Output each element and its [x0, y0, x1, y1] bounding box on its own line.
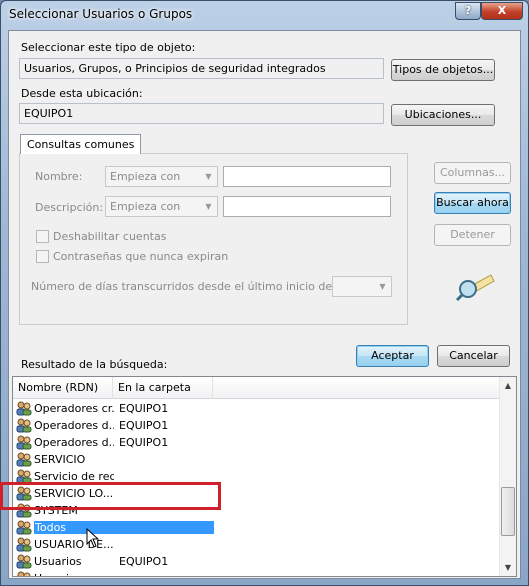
- locations-button[interactable]: Ubicaciones...: [391, 104, 495, 126]
- name-match-value: Empieza con: [110, 170, 181, 183]
- column-header-folder[interactable]: En la carpeta: [113, 377, 213, 399]
- name-match-combo[interactable]: Empieza con ▼: [105, 166, 218, 187]
- description-label: Descripción:: [35, 201, 104, 214]
- group-icon: [16, 452, 32, 467]
- row-name: Operadores d...: [34, 436, 114, 449]
- table-row[interactable]: Usuarios a...: [13, 570, 503, 576]
- disabled-accounts-checkbox[interactable]: [36, 230, 49, 243]
- chevron-down-icon: ▼: [205, 172, 212, 181]
- scroll-thumb[interactable]: [501, 487, 515, 536]
- chevron-down-icon: ▼: [379, 282, 386, 291]
- description-match-value: Empieza con: [110, 200, 181, 213]
- scroll-up-icon[interactable]: ▲: [500, 377, 516, 394]
- location-field: EQUIPO1: [19, 103, 384, 124]
- row-name: SERVICIO: [34, 453, 86, 466]
- column-header-name[interactable]: Nombre (RDN): [13, 377, 113, 399]
- search-now-button[interactable]: Buscar ahora: [434, 192, 511, 214]
- row-folder: EQUIPO1: [119, 402, 169, 415]
- location-label: Desde esta ubicación:: [21, 87, 143, 100]
- tab-common-queries[interactable]: Consultas comunes: [20, 134, 142, 154]
- row-name: Operadores cr...: [34, 402, 114, 415]
- mouse-cursor-icon: [86, 528, 100, 548]
- group-icon: [16, 571, 32, 576]
- non-expiring-label: Contraseñas que nunca expiran: [53, 250, 229, 263]
- object-types-button[interactable]: Tipos de objetos...: [391, 59, 495, 81]
- row-name: Usuarios a...: [34, 572, 114, 576]
- table-row[interactable]: Operadores d... EQUIPO1: [13, 434, 503, 451]
- accept-button[interactable]: Aceptar: [356, 345, 429, 367]
- row-name: Operadores d...: [34, 419, 114, 432]
- table-row[interactable]: Operadores cr... EQUIPO1: [13, 400, 503, 417]
- group-icon: [16, 520, 32, 535]
- row-name: USUARIO DE...: [34, 538, 114, 551]
- group-icon: [16, 537, 32, 552]
- group-icon: [16, 401, 32, 416]
- name-input[interactable]: [223, 166, 391, 187]
- days-since-logon-combo[interactable]: ▼: [332, 276, 392, 297]
- help-button[interactable]: ?: [455, 2, 481, 20]
- row-folder: EQUIPO1: [119, 419, 169, 432]
- row-folder: EQUIPO1: [119, 555, 169, 568]
- window-title: Seleccionar Usuarios o Grupos: [9, 7, 193, 21]
- table-row[interactable]: Operadores d... EQUIPO1: [13, 417, 503, 434]
- object-type-label: Seleccionar este tipo de objeto:: [21, 41, 196, 54]
- title-bar[interactable]: Seleccionar Usuarios o Grupos ? X: [1, 1, 528, 29]
- group-icon: [16, 418, 32, 433]
- results-label: Resultado de la búsqueda:: [21, 358, 168, 371]
- group-icon: [16, 435, 32, 450]
- row-name: Usuarios: [34, 555, 82, 568]
- scroll-down-icon[interactable]: ▼: [500, 559, 516, 576]
- columns-button[interactable]: Columnas...: [434, 162, 511, 184]
- table-row[interactable]: Usuarios EQUIPO1: [13, 553, 503, 570]
- close-button[interactable]: X: [481, 2, 523, 20]
- stop-button[interactable]: Detener: [434, 224, 511, 246]
- table-row[interactable]: SERVICIO: [13, 451, 503, 468]
- description-input[interactable]: [223, 196, 391, 217]
- vertical-scrollbar[interactable]: ▲ ▼: [499, 377, 516, 576]
- disabled-accounts-label: Deshabilitar cuentas: [53, 230, 167, 243]
- non-expiring-checkbox[interactable]: [36, 250, 49, 263]
- days-since-logon-label: Número de días transcurridos desde el úl…: [31, 280, 375, 293]
- group-icon: [16, 554, 32, 569]
- highlight-box: [0, 482, 221, 510]
- list-header: Nombre (RDN) En la carpeta: [13, 377, 503, 399]
- row-folder: EQUIPO1: [119, 436, 169, 449]
- description-match-combo[interactable]: Empieza con ▼: [105, 196, 218, 217]
- object-type-field: Usuarios, Grupos, o Principios de seguri…: [19, 58, 384, 79]
- name-label: Nombre:: [35, 170, 83, 183]
- row-name: Todos: [34, 521, 214, 534]
- cancel-button[interactable]: Cancelar: [437, 345, 510, 367]
- chevron-down-icon: ▼: [205, 202, 212, 211]
- search-binoculars-icon: [455, 274, 495, 301]
